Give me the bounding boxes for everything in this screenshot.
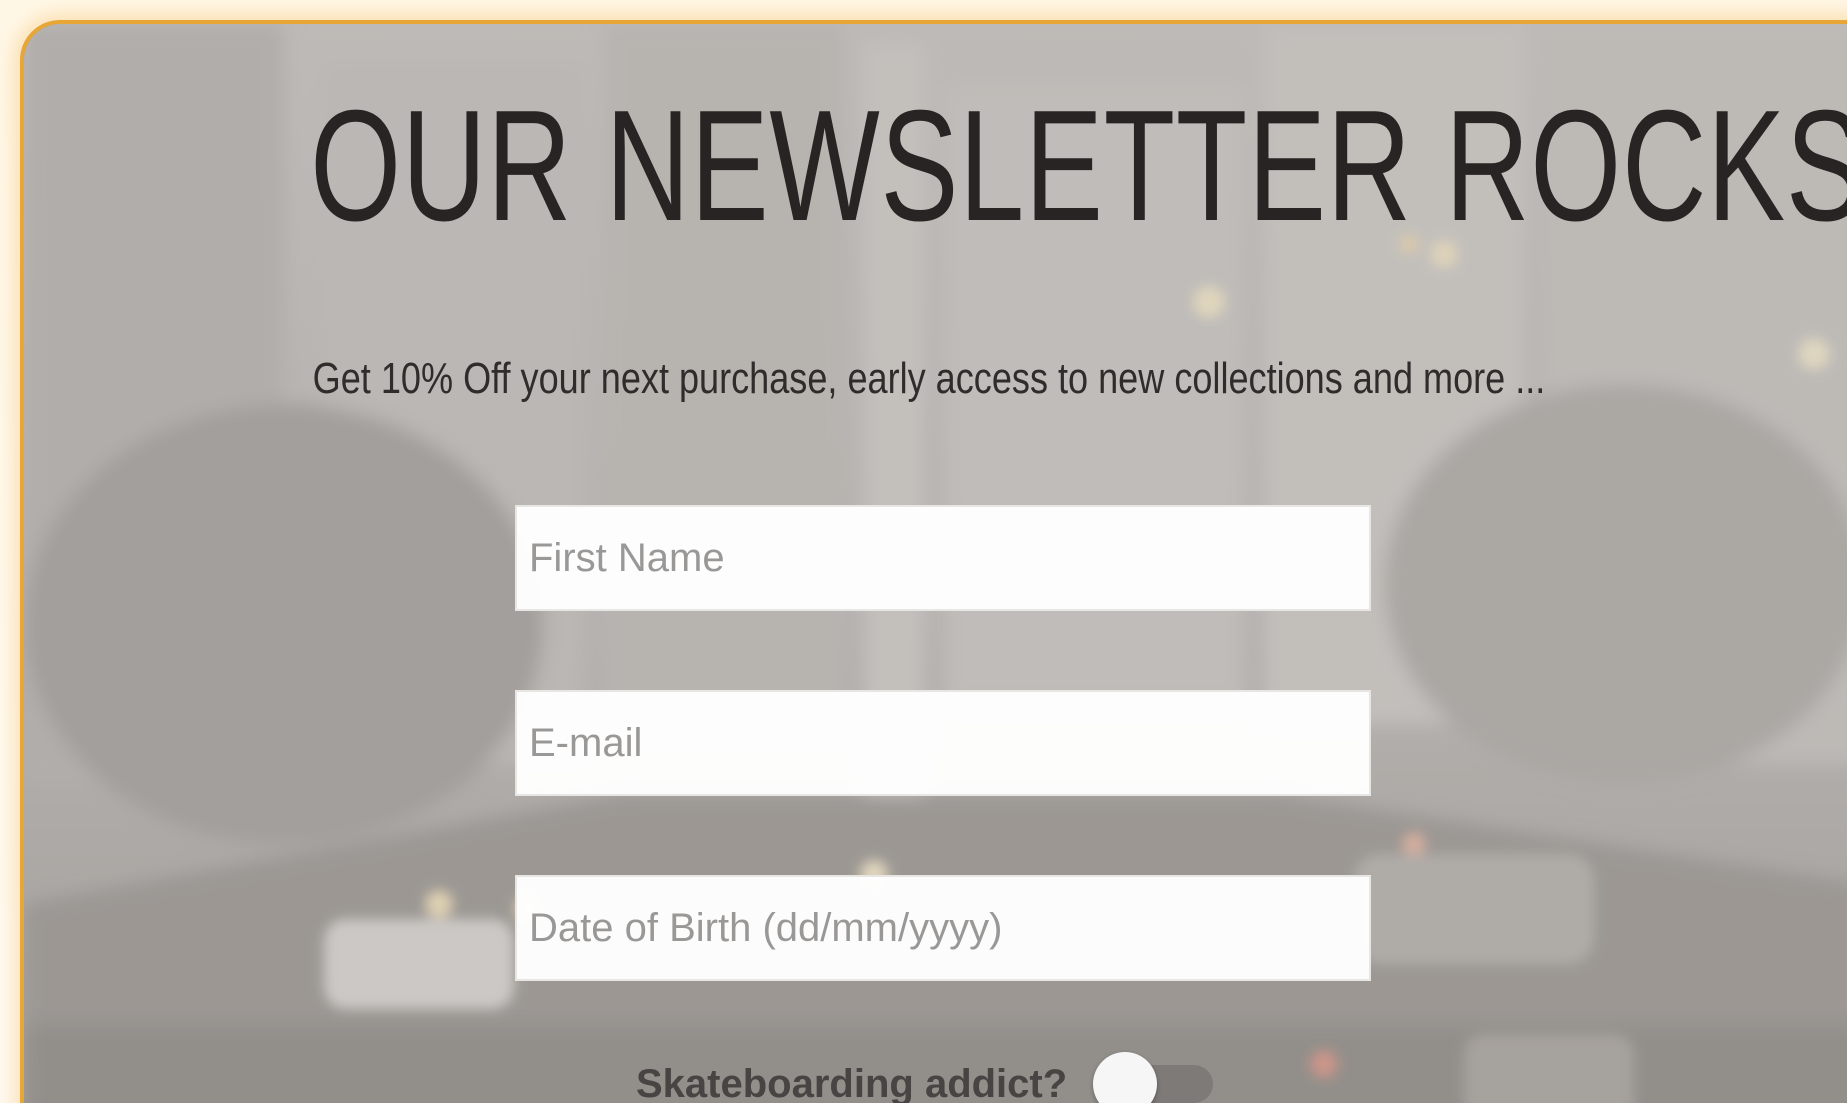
skateboarding-toggle-switch[interactable] (1093, 1052, 1215, 1103)
email-input[interactable] (515, 690, 1371, 796)
skateboarding-toggle-row: Skateboarding addict? (636, 1049, 1215, 1103)
newsletter-form: OUR NEWSLETTER ROCKS! Get 10% Off your n… (24, 24, 1847, 1103)
date-of-birth-input[interactable] (515, 875, 1371, 981)
headline: OUR NEWSLETTER ROCKS! (310, 78, 1847, 254)
newsletter-card: OUR NEWSLETTER ROCKS! Get 10% Off your n… (20, 20, 1847, 1103)
subtitle: Get 10% Off your next purchase, early ac… (312, 354, 1546, 403)
first-name-input[interactable] (515, 505, 1371, 611)
toggle-knob[interactable] (1093, 1052, 1158, 1103)
page: OUR NEWSLETTER ROCKS! Get 10% Off your n… (0, 0, 1847, 1103)
skateboarding-toggle-label: Skateboarding addict? (636, 1061, 1068, 1103)
